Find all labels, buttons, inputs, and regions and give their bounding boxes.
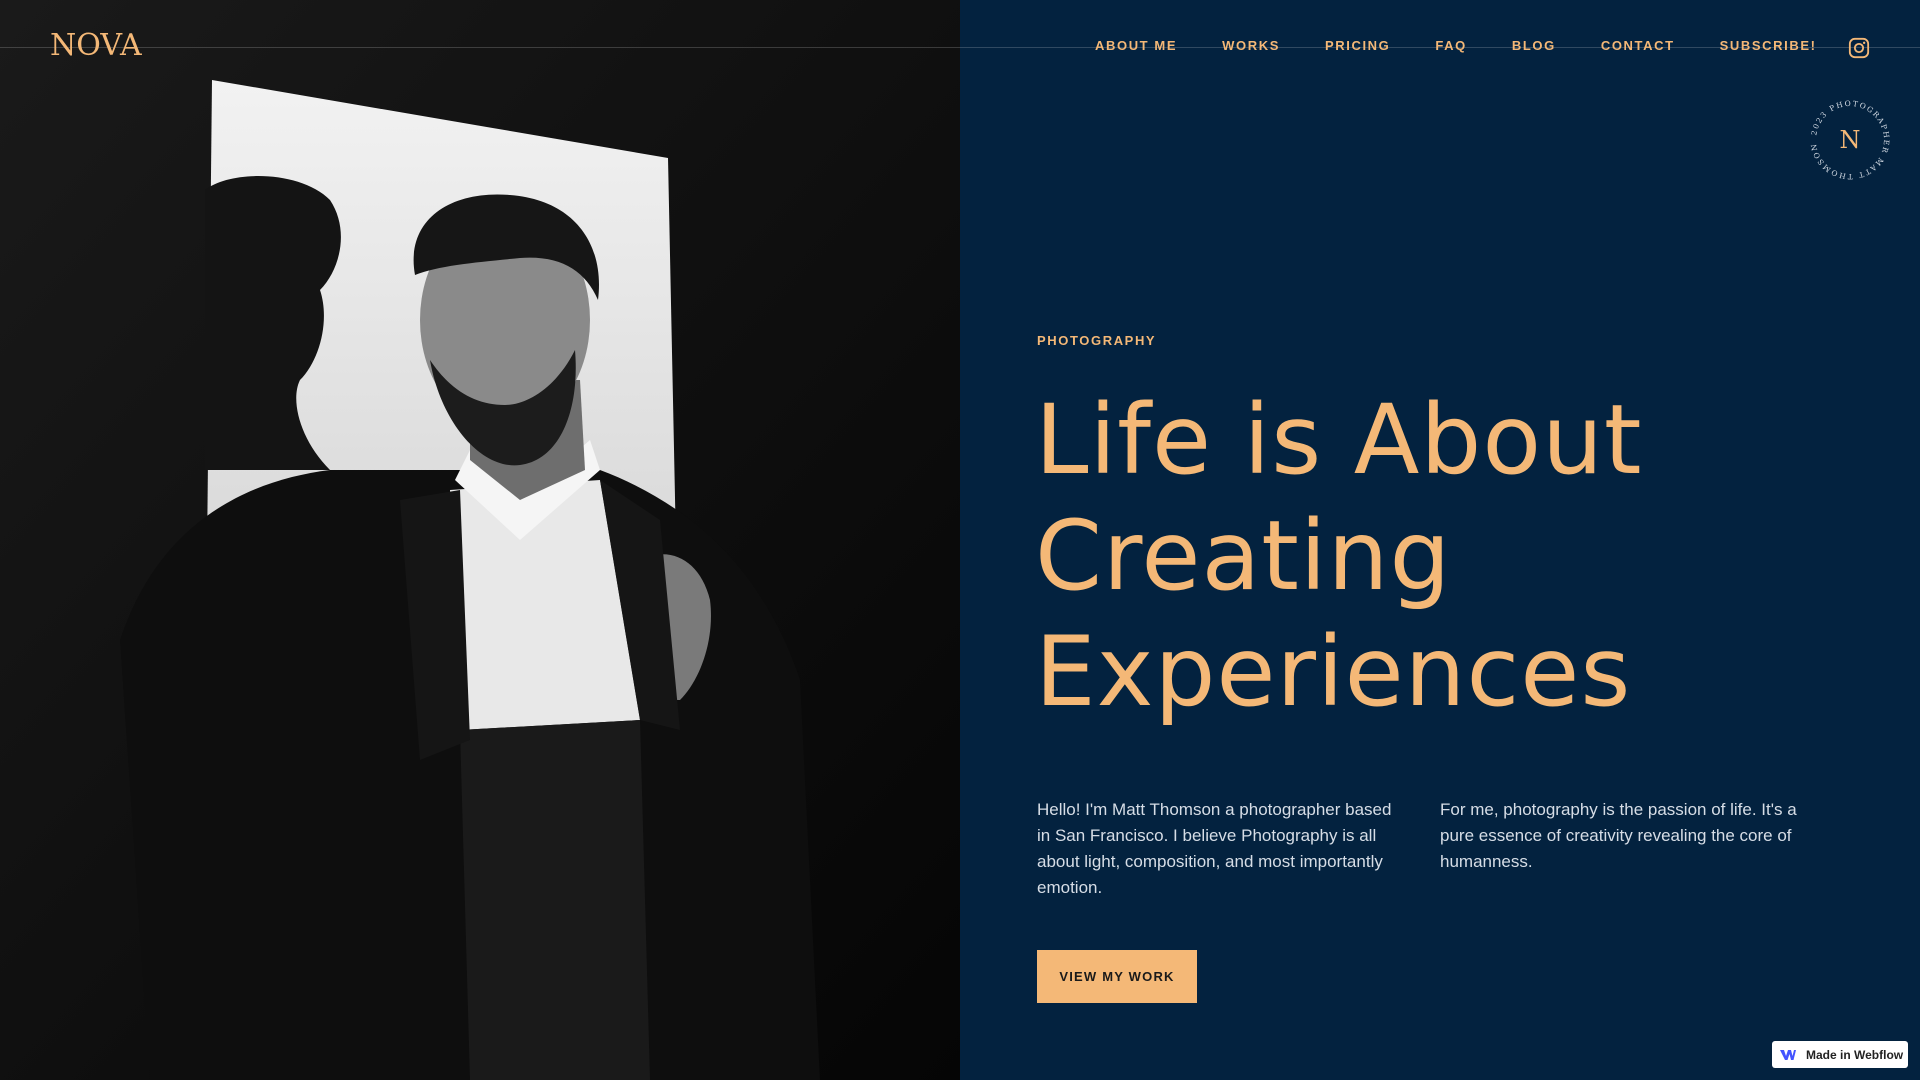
nav-pricing[interactable]: PRICING [1325, 38, 1390, 53]
nav-subscribe[interactable]: SUBSCRIBE! [1720, 38, 1817, 53]
headline-line-1: Life is About [1035, 384, 1643, 496]
hero-headline: Life is About Creating Experiences [1035, 382, 1835, 730]
webflow-badge-label: Made in Webflow [1806, 1047, 1904, 1062]
headline-line-2: Creating [1035, 500, 1452, 612]
seal-letter: N [1840, 126, 1861, 154]
main-navigation: ABOUT ME WORKS PRICING FAQ BLOG CONTACT … [1095, 38, 1857, 53]
passion-paragraph: For me, photography is the passion of li… [1440, 800, 1797, 871]
headline-line-3: Experiences [1035, 616, 1632, 728]
view-my-work-button[interactable]: VIEW MY WORK [1037, 950, 1197, 1003]
nav-blog[interactable]: BLOG [1512, 38, 1556, 53]
nav-about-me[interactable]: ABOUT ME [1095, 38, 1177, 53]
intro-paragraph: Hello! I'm Matt Thomson a photographer b… [1037, 800, 1392, 897]
section-kicker: PHOTOGRAPHY [1037, 333, 1157, 348]
photographer-seal-badge: 2023 PHOTOGRAPHER MATT THOMSON N [1809, 99, 1890, 181]
instagram-icon[interactable] [1848, 37, 1870, 59]
made-in-webflow-badge[interactable]: Made in Webflow [1772, 1041, 1908, 1068]
webflow-icon [1780, 1049, 1796, 1060]
brand-logo[interactable]: NOVA [50, 28, 142, 63]
nav-works[interactable]: WORKS [1222, 38, 1280, 53]
nav-contact[interactable]: CONTACT [1601, 38, 1675, 53]
nav-faq[interactable]: FAQ [1435, 38, 1467, 53]
hero-portrait-photo [0, 0, 960, 1080]
portrait-illustration [0, 0, 960, 1080]
